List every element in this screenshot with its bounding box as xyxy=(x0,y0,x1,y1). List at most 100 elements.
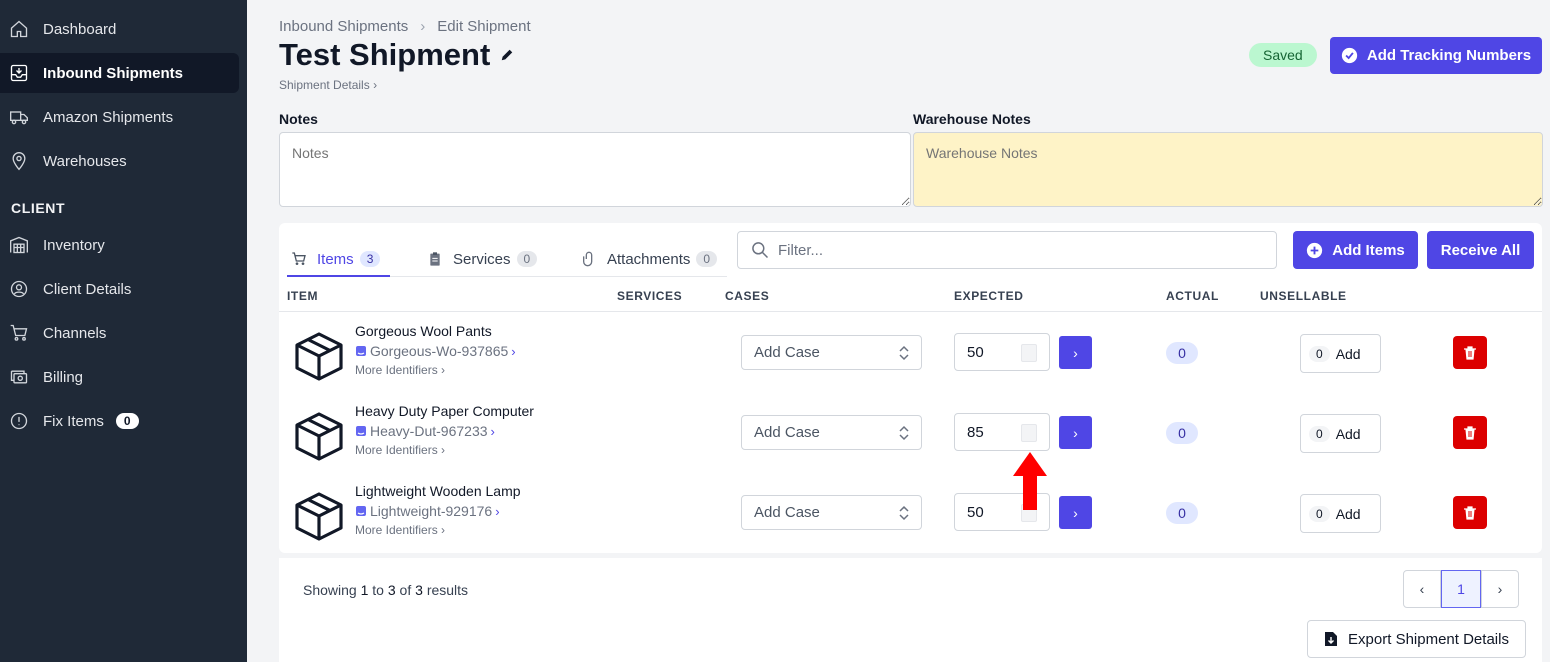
sidebar-item-label: Client Details xyxy=(43,280,132,298)
sidebar-item-amazon-shipments[interactable]: Amazon Shipments xyxy=(0,97,239,137)
sidebar-item-client-details[interactable]: Client Details xyxy=(0,269,239,309)
sidebar-item-label: Billing xyxy=(43,368,84,386)
item-sku-text: Heavy-Dut-967233 xyxy=(370,423,488,439)
add-case-label: Add Case xyxy=(754,424,820,441)
selector-icon xyxy=(899,345,909,361)
result-total: 3 xyxy=(415,582,423,598)
warehouse-notes-textarea[interactable] xyxy=(913,132,1543,207)
expected-quantity-value: 85 xyxy=(967,423,984,441)
sidebar-item-fix-items[interactable]: Fix Items 0 xyxy=(0,401,239,441)
sidebar-item-inventory[interactable]: Inventory xyxy=(0,225,239,265)
export-shipment-details-button[interactable]: Export Shipment Details xyxy=(1307,620,1526,658)
chevron-right-icon: › xyxy=(373,78,378,92)
add-items-label: Add Items xyxy=(1332,241,1405,259)
page-button-1[interactable]: 1 xyxy=(1441,570,1481,608)
pencil-icon[interactable] xyxy=(500,48,514,62)
of-word: of xyxy=(399,582,412,598)
previous-page-button[interactable]: ‹ xyxy=(1403,570,1441,608)
item-name[interactable]: Gorgeous Wool Pants xyxy=(355,323,492,339)
showing-word: Showing xyxy=(303,582,357,598)
delete-item-button[interactable] xyxy=(1453,496,1487,529)
quantity-stepper[interactable] xyxy=(1021,424,1037,442)
pagination-summary: Showing 1 to 3 of 3 results xyxy=(303,582,468,598)
breadcrumb-inbound-shipments[interactable]: Inbound Shipments xyxy=(279,18,408,35)
column-header-unsellable: UNSELLABLE xyxy=(1260,289,1347,303)
item-sku[interactable]: Heavy-Dut-967233 › xyxy=(355,423,495,439)
breadcrumb: Inbound Shipments › Edit Shipment xyxy=(279,18,531,35)
delete-item-button[interactable] xyxy=(1453,336,1487,369)
more-identifiers-label: More Identifiers xyxy=(355,363,438,377)
more-identifiers-link[interactable]: More Identifiers › xyxy=(355,523,445,537)
add-case-select[interactable]: Add Case xyxy=(741,415,922,450)
add-tracking-numbers-button[interactable]: Add Tracking Numbers xyxy=(1330,37,1542,74)
expected-quantity-input[interactable]: 50 xyxy=(954,333,1050,371)
tab-count-badge: 3 xyxy=(359,251,381,267)
tab-label: Attachments xyxy=(607,250,691,268)
trash-icon xyxy=(1464,505,1476,520)
actual-count-badge: 0 xyxy=(1166,422,1198,444)
add-case-label: Add Case xyxy=(754,504,820,521)
sidebar: Dashboard Inbound Shipments Amazon Shipm… xyxy=(0,0,247,662)
sidebar-item-dashboard[interactable]: Dashboard xyxy=(0,9,239,49)
add-case-select[interactable]: Add Case xyxy=(741,495,922,530)
column-header-actual: ACTUAL xyxy=(1166,289,1219,303)
to-word: to xyxy=(372,582,384,598)
unsellable-add-button[interactable]: 0 Add xyxy=(1300,334,1381,373)
add-case-select[interactable]: Add Case xyxy=(741,335,922,370)
map-pin-icon xyxy=(8,150,30,172)
chevron-right-button[interactable]: › xyxy=(1059,496,1092,529)
more-identifiers-link[interactable]: More Identifiers › xyxy=(355,443,445,457)
filter-placeholder: Filter... xyxy=(778,241,824,259)
check-circle-icon xyxy=(1341,47,1358,64)
results-word: results xyxy=(426,582,469,598)
unsellable-count: 0 xyxy=(1309,425,1330,442)
chevron-right-icon: › xyxy=(490,423,495,439)
sidebar-item-inbound-shipments[interactable]: Inbound Shipments xyxy=(0,53,239,93)
receive-all-button[interactable]: Receive All xyxy=(1427,231,1534,269)
item-name[interactable]: Heavy Duty Paper Computer xyxy=(355,403,534,419)
quantity-stepper[interactable] xyxy=(1021,344,1037,362)
actual-count-badge: 0 xyxy=(1166,502,1198,524)
result-to: 3 xyxy=(387,582,396,598)
sidebar-item-channels[interactable]: Channels xyxy=(0,313,239,353)
unsellable-count: 0 xyxy=(1309,345,1330,362)
trash-icon xyxy=(1464,345,1476,360)
expected-quantity-value: 50 xyxy=(967,343,984,361)
item-sku[interactable]: Lightweight-929176 › xyxy=(355,503,500,519)
unsellable-add-button[interactable]: 0 Add xyxy=(1300,414,1381,453)
result-from: 1 xyxy=(360,582,369,598)
next-page-button[interactable]: › xyxy=(1481,570,1519,608)
page-title: Test Shipment xyxy=(279,37,514,73)
column-header-cases: CASES xyxy=(725,289,770,303)
delete-item-button[interactable] xyxy=(1453,416,1487,449)
sidebar-item-warehouses[interactable]: Warehouses xyxy=(0,141,239,181)
chevron-right-button[interactable]: › xyxy=(1059,336,1092,369)
alert-circle-icon xyxy=(8,410,30,432)
sidebar-item-billing[interactable]: Billing xyxy=(0,357,239,397)
amazon-icon xyxy=(356,346,366,356)
tab-attachments[interactable]: Attachments 0 xyxy=(581,241,718,277)
tab-items[interactable]: Items 3 xyxy=(291,241,381,277)
more-identifiers-link[interactable]: More Identifiers › xyxy=(355,363,445,377)
items-card: Items 3 Services 0 Attachments 0 Filter.… xyxy=(279,223,1542,553)
cart-icon xyxy=(292,252,306,265)
notes-textarea[interactable] xyxy=(279,132,911,207)
amazon-icon xyxy=(356,506,366,516)
chevron-right-button[interactable]: › xyxy=(1059,416,1092,449)
expected-quantity-input[interactable]: 85 xyxy=(954,413,1050,451)
chevron-right-icon: › xyxy=(495,503,500,519)
add-items-button[interactable]: Add Items xyxy=(1293,231,1418,269)
chevron-left-icon: ‹ xyxy=(1419,581,1425,597)
tab-services[interactable]: Services 0 xyxy=(427,241,538,277)
add-case-label: Add Case xyxy=(754,344,820,361)
unsellable-add-label: Add xyxy=(1335,425,1361,442)
item-name[interactable]: Lightweight Wooden Lamp xyxy=(355,483,521,499)
sidebar-item-label: Amazon Shipments xyxy=(43,108,174,126)
shipment-details-crumb[interactable]: Shipment Details › xyxy=(279,78,377,92)
filter-input[interactable]: Filter... xyxy=(737,231,1277,269)
selector-icon xyxy=(899,505,909,521)
expected-quantity-value: 50 xyxy=(967,503,984,521)
item-sku[interactable]: Gorgeous-Wo-937865 › xyxy=(355,343,516,359)
shipment-details-label: Shipment Details xyxy=(279,78,370,92)
unsellable-add-button[interactable]: 0 Add xyxy=(1300,494,1381,533)
